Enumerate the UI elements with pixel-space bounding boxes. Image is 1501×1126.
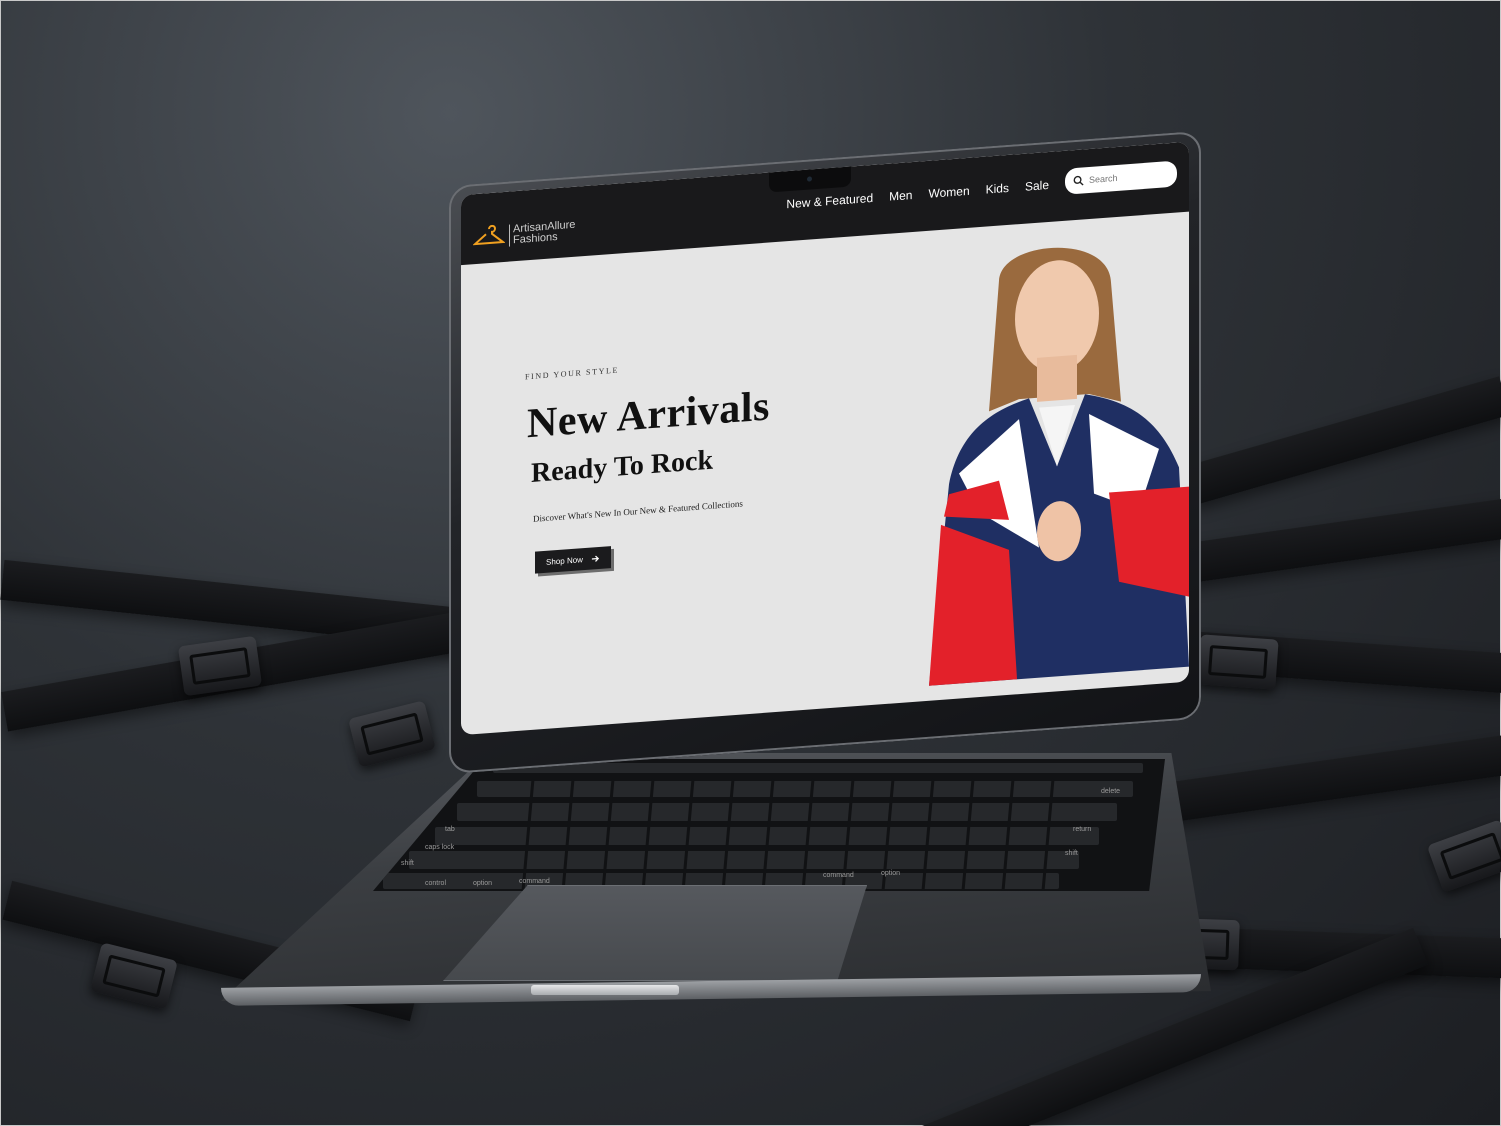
key-caps-lock: caps lock (425, 844, 455, 851)
nav-women[interactable]: Women (928, 184, 969, 201)
nav-sale[interactable]: Sale (1025, 178, 1049, 194)
hero-eyebrow: FIND YOUR STYLE (525, 365, 619, 382)
hero-title: New Arrivals (527, 383, 770, 448)
nav-men[interactable]: Men (889, 188, 912, 204)
nav-kids[interactable]: Kids (986, 181, 1009, 197)
strap-buckle (348, 700, 436, 768)
key-shift-right: shift (1065, 850, 1078, 857)
strap-buckle (1197, 634, 1279, 690)
keyboard: delete tab return caps lock shift shift … (373, 759, 1165, 891)
search-input[interactable] (1089, 169, 1169, 186)
brand-name: ArtisanAllure Fashions (509, 218, 589, 247)
nav-new-featured[interactable]: New & Featured (786, 191, 873, 211)
shop-now-button[interactable]: Shop Now (535, 546, 611, 574)
key-command-left: command (519, 878, 550, 885)
strap-buckle (1426, 819, 1501, 893)
search-box[interactable] (1065, 160, 1177, 195)
key-shift-left: shift (401, 860, 414, 867)
strap (1181, 376, 1501, 506)
image-frame: delete tab return caps lock shift shift … (0, 0, 1501, 1126)
camera-icon (807, 176, 812, 182)
brand-logo[interactable]: ArtisanAllure Fashions (473, 218, 589, 251)
search-icon (1073, 175, 1084, 186)
laptop-screen: ArtisanAllure Fashions New & Featured Me… (461, 141, 1189, 736)
hero-subtitle: Ready To Rock (531, 444, 714, 489)
key-control: control (425, 880, 446, 887)
key-return: return (1073, 826, 1091, 833)
arrow-right-icon (591, 555, 600, 562)
model-photo (929, 247, 1189, 686)
key-command-right: command (823, 872, 854, 879)
key-tab: tab (445, 826, 455, 833)
strap (1179, 498, 1501, 584)
hero-section: FIND YOUR STYLE New Arrivals Ready To Ro… (461, 212, 1189, 735)
hero-description: Discover What's New In Our New & Feature… (533, 498, 743, 524)
keyboard-keys-graphic: delete tab return caps lock shift shift … (383, 763, 1143, 891)
strap (1130, 734, 1501, 828)
laptop-front-notch (531, 985, 679, 995)
shop-now-label: Shop Now (546, 554, 583, 567)
hanger-icon (473, 224, 505, 246)
laptop-lid: ArtisanAllure Fashions New & Featured Me… (449, 130, 1201, 775)
key-option-right: option (881, 870, 900, 877)
key-delete: delete (1101, 788, 1120, 795)
key-option-left: option (473, 880, 492, 887)
